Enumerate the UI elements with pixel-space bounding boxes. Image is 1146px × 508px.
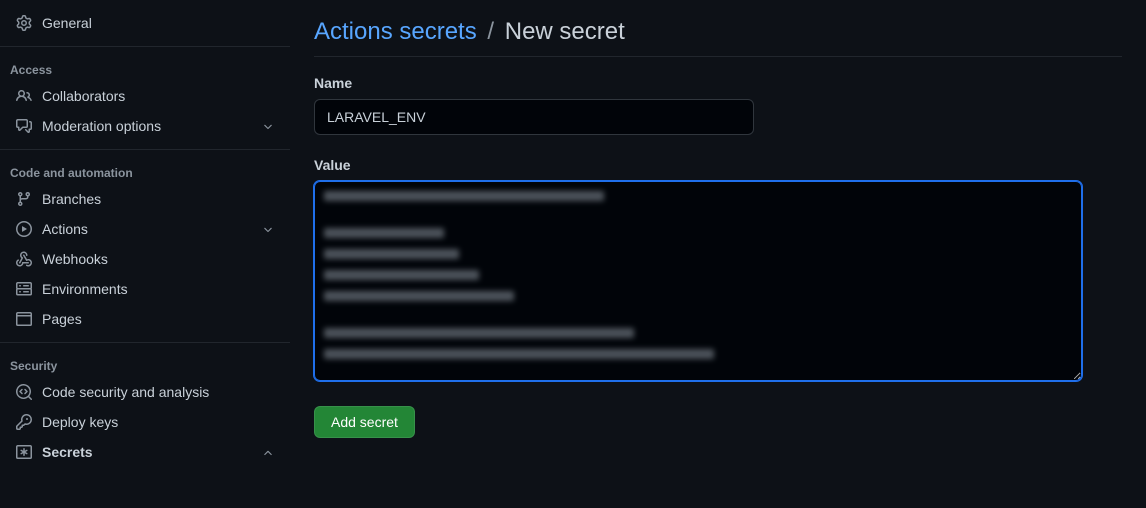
sidebar-item-label: Deploy keys [42, 414, 274, 430]
chevron-up-icon [262, 446, 274, 458]
main-content: Actions secrets / New secret Name Value … [290, 0, 1146, 508]
secret-name-input[interactable] [314, 99, 754, 135]
sidebar-item-label: Pages [42, 311, 274, 327]
chevron-down-icon [262, 223, 274, 235]
git-branch-icon [16, 191, 32, 207]
page-heading: Actions secrets / New secret [314, 18, 1122, 57]
sidebar-item-moderation[interactable]: Moderation options [6, 111, 284, 141]
value-field-label: Value [314, 157, 1122, 173]
sidebar-group-security: Security [0, 351, 290, 377]
breadcrumb-separator: / [487, 18, 494, 45]
sidebar-item-label: Actions [42, 221, 262, 237]
sidebar-item-environments[interactable]: Environments [6, 274, 284, 304]
sidebar-item-webhooks[interactable]: Webhooks [6, 244, 284, 274]
secret-value-textarea[interactable] [314, 181, 1082, 381]
name-field-label: Name [314, 75, 1122, 91]
comment-discussion-icon [16, 118, 32, 134]
sidebar-item-secrets[interactable]: Secrets [6, 437, 284, 467]
browser-icon [16, 311, 32, 327]
sidebar-item-actions[interactable]: Actions [6, 214, 284, 244]
add-secret-button[interactable]: Add secret [314, 406, 415, 438]
webhook-icon [16, 251, 32, 267]
sidebar-item-collaborators[interactable]: Collaborators [6, 81, 284, 111]
server-icon [16, 281, 32, 297]
sidebar-item-pages[interactable]: Pages [6, 304, 284, 334]
breadcrumb-link-actions-secrets[interactable]: Actions secrets [314, 18, 477, 45]
sidebar-item-label: Collaborators [42, 88, 274, 104]
settings-sidebar: General Access Collaborators Moderation … [0, 0, 290, 508]
sidebar-item-label: Branches [42, 191, 274, 207]
sidebar-item-code-security[interactable]: Code security and analysis [6, 377, 284, 407]
gear-icon [16, 15, 32, 31]
sidebar-item-branches[interactable]: Branches [6, 184, 284, 214]
sidebar-item-label: Webhooks [42, 251, 274, 267]
key-icon [16, 414, 32, 430]
sidebar-item-label: Secrets [42, 444, 262, 460]
play-circle-icon [16, 221, 32, 237]
sidebar-item-label: General [42, 15, 274, 31]
sidebar-item-label: Environments [42, 281, 274, 297]
sidebar-item-general[interactable]: General [6, 8, 284, 38]
key-asterisk-icon [16, 444, 32, 460]
sidebar-item-label: Moderation options [42, 118, 262, 134]
codescan-icon [16, 384, 32, 400]
breadcrumb-current: New secret [505, 18, 625, 45]
sidebar-group-access: Access [0, 55, 290, 81]
sidebar-group-code: Code and automation [0, 158, 290, 184]
people-icon [16, 88, 32, 104]
sidebar-item-deploy-keys[interactable]: Deploy keys [6, 407, 284, 437]
sidebar-item-label: Code security and analysis [42, 384, 274, 400]
chevron-down-icon [262, 120, 274, 132]
